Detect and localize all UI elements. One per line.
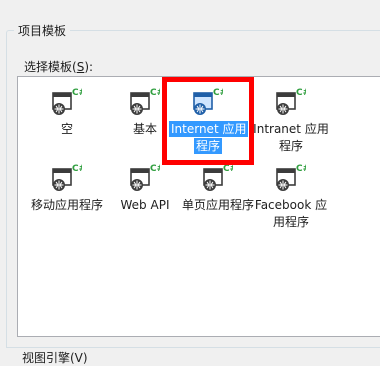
- template-label: 单页应用程序: [181, 198, 254, 212]
- svg-text:C#: C#: [296, 164, 306, 174]
- template-single-page-application[interactable]: C# 单页应用程序: [179, 157, 257, 233]
- template-label: 空: [60, 122, 73, 136]
- template-label: Intranet 应用程序: [253, 122, 329, 153]
- csharp-web-project-template-icon: C#: [276, 88, 306, 115]
- template-web-api[interactable]: C# Web API: [106, 157, 184, 233]
- svg-text:C#: C#: [72, 88, 82, 98]
- template-label: Internet 应用程序: [169, 121, 249, 154]
- select-template-label: 选择模板(S):: [24, 60, 94, 74]
- svg-text:C#: C#: [72, 164, 82, 174]
- template-mobile-application[interactable]: C# 移动应用程序: [28, 157, 106, 233]
- template-label: Facebook 应用程序: [254, 198, 328, 229]
- csharp-project-template-icon: C#: [130, 88, 160, 115]
- svg-text:C#: C#: [150, 88, 160, 98]
- template-internet-application[interactable]: C# Internet 应用程序: [169, 81, 249, 157]
- template-facebook-application[interactable]: C# Facebook 应用程序: [252, 157, 330, 233]
- template-intranet-application[interactable]: C# Intranet 应用程序: [252, 81, 330, 157]
- csharp-web-project-template-icon: C#: [52, 164, 82, 191]
- csharp-web-project-template-icon: C#: [130, 164, 160, 191]
- template-label: Web API: [120, 198, 170, 212]
- svg-text:C#: C#: [223, 164, 233, 174]
- svg-text:C#: C#: [213, 88, 223, 98]
- group-title: 项目模板: [14, 23, 71, 39]
- csharp-web-project-template-icon: C#: [203, 164, 233, 191]
- view-engine-label: 视图引擎(V): [22, 351, 88, 365]
- svg-text:C#: C#: [296, 88, 306, 98]
- template-empty[interactable]: C# 空: [28, 81, 106, 157]
- template-label: 移动应用程序: [30, 198, 103, 212]
- csharp-web-project-template-icon: C#: [276, 164, 306, 191]
- csharp-web-project-template-icon: C#: [193, 88, 223, 115]
- template-list[interactable]: C# 空 C# 基本 C# Internet 应用程序 C#: [17, 76, 380, 337]
- svg-text:C#: C#: [150, 164, 160, 174]
- csharp-project-template-icon: C#: [52, 88, 82, 115]
